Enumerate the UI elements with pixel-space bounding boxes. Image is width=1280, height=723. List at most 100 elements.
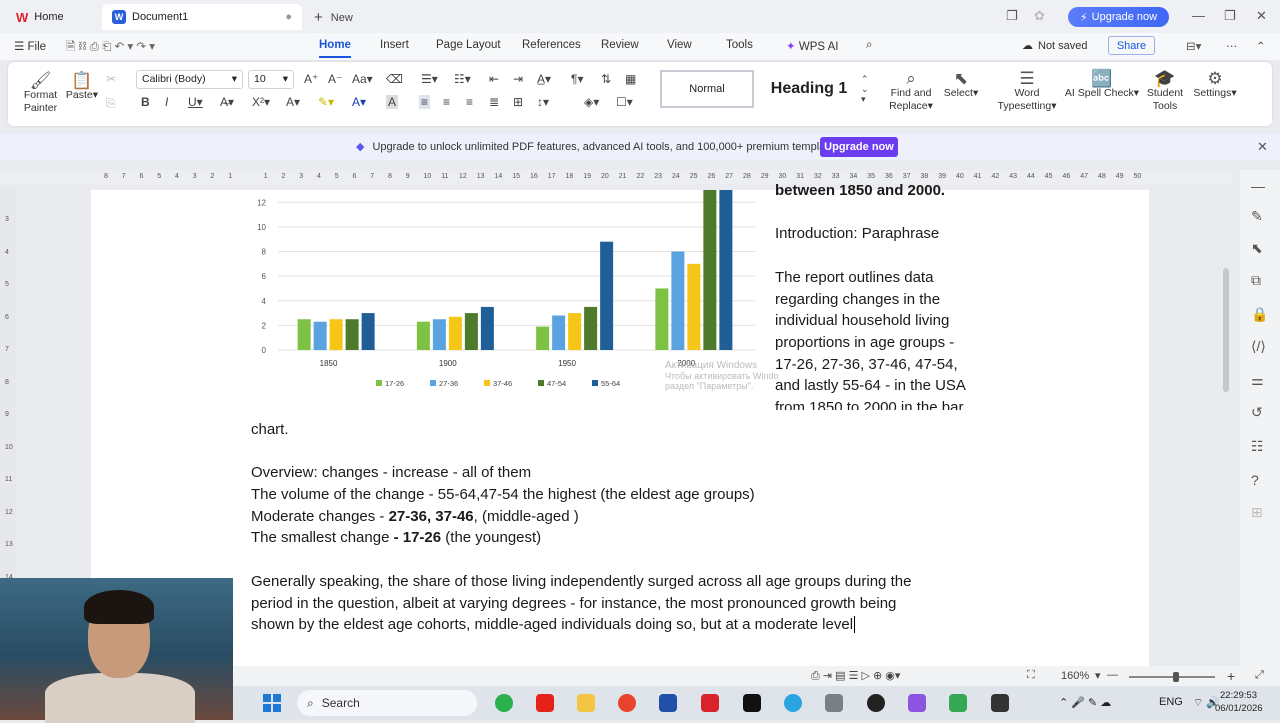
numbering-icon[interactable]: ☷▾ [454,72,471,86]
bold-icon[interactable]: B [141,95,150,109]
app-clock-icon[interactable] [991,694,1009,712]
fit-page-icon[interactable]: ⛶ [1027,669,1035,682]
decrease-indent-icon[interactable]: ⇤ [489,72,499,86]
paragraph-line-3[interactable]: shown by the eldest age cohorts, middle-… [251,614,856,636]
app-dark-icon[interactable] [867,694,885,712]
pointer-icon[interactable]: ⬉ [1251,240,1263,257]
format-painter-button[interactable]: 🖌 Format Painter [18,72,63,115]
settings-button[interactable]: ⚙ Settings▾ [1192,70,1238,100]
ai-spell-check-button[interactable]: 🔤 AI Spell Check▾ [1064,70,1140,100]
font-size-select[interactable]: 10 ▾ [248,70,294,89]
fullscreen-icon[interactable]: ⤢ [1255,669,1264,682]
menu-review[interactable]: Review [601,39,639,51]
collapse-ribbon-icon[interactable]: ⌃ [1256,39,1266,53]
lock-icon[interactable]: 🔒 [1251,306,1268,323]
wps-taskbar-icon[interactable] [701,694,719,712]
history-icon[interactable]: ↺ [1251,404,1263,421]
menu-tools[interactable]: Tools [726,39,753,51]
smallest-line[interactable]: The smallest change - 17-26 (the younges… [251,527,541,549]
strikethrough-icon[interactable]: A̶▾ [220,95,234,109]
save-status[interactable]: ☁ Not saved [1022,39,1088,53]
code-icon[interactable]: ⟨/⟩ [1251,338,1266,355]
copy-icon[interactable]: ⎘ [106,96,116,111]
font-color-icon[interactable]: A▾ [352,95,366,109]
sliders-icon[interactable]: ⚌ [1251,372,1264,389]
increase-indent-icon[interactable]: ⇥ [513,72,523,86]
right-column-text[interactable]: between 1850 and 2000. Introduction: Par… [775,180,1015,410]
distribute-icon[interactable]: ⊞ [513,95,523,109]
styles-more-icon[interactable]: ⌃ ⌄ ▾ [861,74,869,104]
share-button[interactable]: Share [1108,36,1155,55]
cut-icon[interactable]: ✂ [106,72,116,86]
restore-tabs-icon[interactable]: ❐ [1006,8,1018,24]
transform-icon[interactable]: ⧉ [1251,272,1261,289]
menu-view[interactable]: View [667,39,692,51]
new-tab-button[interactable]: + New [314,9,353,26]
asian-layout-icon[interactable]: A̲▾ [537,72,551,86]
file-explorer-icon[interactable] [577,694,595,712]
google-drive-icon[interactable] [949,694,967,712]
justify-icon[interactable]: ≣ [489,95,499,109]
line-spacing-icon[interactable]: ↕▾ [537,95,549,109]
chart-continuation[interactable]: chart. [251,419,289,441]
chrome-icon[interactable] [495,694,513,712]
pen-icon[interactable]: ✎ [1251,208,1263,225]
upgrade-now-top-button[interactable]: ⚡ Upgrade now [1068,7,1169,27]
help-icon[interactable]: ? [1251,472,1259,488]
vertical-scrollbar-thumb[interactable] [1223,268,1229,392]
font-family-select[interactable]: Calibri (Body) ▾ [136,70,243,89]
table-icon[interactable]: ▦ [625,72,636,86]
grow-font-icon[interactable]: A⁺ [304,72,318,86]
menu-insert[interactable]: Insert [380,39,409,51]
paragraph-line-2[interactable]: period in the question, albeit at varyin… [251,593,896,615]
align-right-icon[interactable]: ≡ [466,95,473,109]
language-indicator[interactable]: ENG [1159,696,1183,708]
maximize-icon[interactable]: ❐ [1224,8,1236,24]
sort-icon[interactable]: ⇅ [601,72,611,86]
paragraph-mark-icon[interactable]: ¶▾ [571,72,583,86]
list-panel-icon[interactable]: ☷ [1251,438,1264,455]
student-tools-button[interactable]: 🎓 Student Tools [1146,70,1184,113]
more-icon[interactable]: ⋯ [1226,39,1238,53]
paragraph-line-1[interactable]: Generally speaking, the share of those l… [251,571,911,593]
tab-home[interactable]: W Home [6,4,98,30]
shrink-font-icon[interactable]: A⁻ [328,72,342,86]
menu-page-layout[interactable]: Page Layout [436,39,501,51]
clear-format-icon[interactable]: ⌫ [386,72,403,86]
zoom-dropdown-icon[interactable]: ▾ [1095,669,1101,682]
youtube-icon[interactable] [536,694,554,712]
minimize-icon[interactable]: — [1192,8,1205,23]
taskbar-search[interactable]: ⌕ Search [297,690,477,716]
zoom-out-icon[interactable]: — [1107,669,1118,681]
windows-start-icon[interactable] [263,694,281,712]
menu-file[interactable]: ☰ File [14,39,46,53]
moderate-line[interactable]: Moderate changes - 27-36, 37-46, (middle… [251,506,579,528]
align-center-icon[interactable]: ≡ [443,95,450,109]
overview-line[interactable]: Overview: changes - increase - all of th… [251,462,531,484]
skin-icon[interactable]: ✿ [1034,8,1045,24]
zoom-slider[interactable] [1129,676,1215,678]
superscript-icon[interactable]: X²▾ [252,95,270,109]
text-effect-icon[interactable]: A▾ [286,95,300,109]
bullets-icon[interactable]: ☰▾ [421,72,438,86]
style-normal[interactable]: Normal [660,70,754,108]
app-red-icon[interactable] [618,694,636,712]
select-button[interactable]: ⬉ Select▾ [940,70,982,100]
grid-apps-icon[interactable]: ⊞ [1251,504,1263,521]
tray-icons[interactable]: ⌃ 🎤 ✎ ☁ [1059,696,1111,709]
quick-access-icons[interactable]: 🗎 ⛓ ⎙ ⎗ ↶ ▾ ↷ ▾ [66,39,155,58]
find-replace-button[interactable]: ⌕ Find and Replace▾ [888,70,934,113]
zoom-level[interactable]: 160% [1061,670,1089,682]
zoom-in-icon[interactable]: + [1227,668,1235,684]
zoom-slider-thumb[interactable] [1173,672,1179,682]
menu-wps-ai[interactable]: ✦ WPS AI [786,39,838,53]
borders-icon[interactable]: ☐▾ [616,95,633,109]
collapse-panel-icon[interactable]: — [1251,178,1265,194]
menu-references[interactable]: References [522,39,581,51]
paste-button[interactable]: 📋 Paste▾ [64,72,100,102]
clock[interactable]: 22:29:53 06/01/2026 [1215,689,1263,715]
change-case-icon[interactable]: Aa▾ [352,72,373,86]
highlight-icon[interactable]: ✎▾ [318,95,334,109]
word-typesetting-button[interactable]: ☰ Word Typesetting▾ [996,70,1058,113]
volume-line[interactable]: The volume of the change - 55-64,47-54 t… [251,484,755,506]
